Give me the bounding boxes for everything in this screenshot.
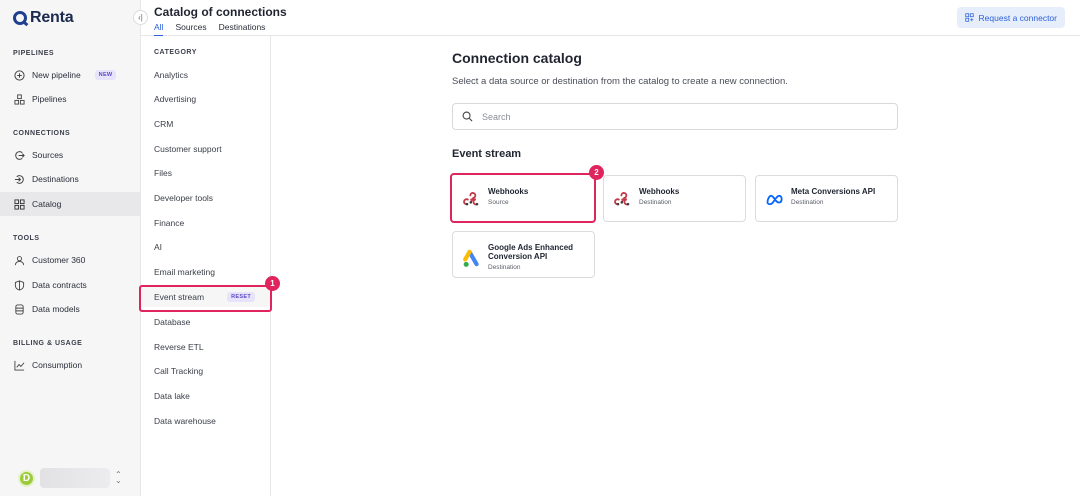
page-title: Catalog of connections [154, 5, 287, 19]
sidebar: Renta PIPELINES New pipeline NEW Pipelin… [0, 0, 141, 496]
destinations-icon [14, 174, 25, 185]
connector-card-meta-conversions-api[interactable]: Meta Conversions API Destination [755, 175, 898, 222]
webhook-icon [463, 192, 479, 206]
sidebar-item-label: Sources [32, 150, 64, 160]
sidebar-item-label: Pipelines [32, 94, 67, 104]
category-heading: CATEGORY [154, 49, 197, 56]
avatar: D [18, 469, 35, 487]
google-ads-icon [463, 249, 479, 267]
section-connections: CONNECTIONS [13, 130, 71, 137]
webhook-icon [614, 192, 630, 206]
grid-icon [14, 198, 25, 210]
annotation-marker-2: 2 [589, 165, 604, 180]
sidebar-item-label: Data models [32, 304, 80, 314]
category-email-marketing[interactable]: Email marketing [141, 262, 270, 282]
category-data-lake[interactable]: Data lake [141, 386, 270, 406]
category-panel: CATEGORY Analytics Advertising CRM Custo… [141, 36, 271, 496]
category-customer-support[interactable]: Customer support [141, 139, 270, 159]
category-reverse-etl[interactable]: Reverse ETL [141, 337, 270, 357]
plus-circle-icon [14, 69, 25, 81]
connector-card-webhooks-source[interactable]: Webhooks Source [450, 173, 596, 223]
database-icon [14, 303, 25, 315]
header: Catalog of connections All Sources Desti… [141, 0, 1080, 37]
search-icon [462, 111, 473, 122]
chevron-updown-icon: ⌃ ⌄ [115, 470, 122, 485]
category-data-warehouse[interactable]: Data warehouse [141, 411, 270, 431]
sidebar-item-label: Consumption [32, 360, 83, 370]
main-title: Connection catalog [452, 50, 582, 66]
sidebar-item-catalog[interactable]: Catalog [0, 192, 140, 216]
category-finance[interactable]: Finance [141, 213, 270, 233]
pipelines-icon [14, 93, 25, 105]
search-box[interactable] [452, 103, 898, 130]
category-files[interactable]: Files [141, 163, 270, 183]
card-type: Destination [791, 199, 824, 206]
sidebar-item-data-contracts[interactable]: Data contracts [0, 273, 140, 297]
category-crm[interactable]: CRM [141, 114, 270, 134]
sidebar-item-consumption[interactable]: Consumption [0, 353, 140, 377]
sidebar-item-label: Catalog [32, 199, 62, 209]
renta-logo-icon [13, 11, 27, 25]
shield-icon [14, 279, 25, 291]
sidebar-item-pipelines[interactable]: Pipelines [0, 87, 140, 111]
request-connector-label: Request a connector [978, 12, 1057, 23]
category-analytics[interactable]: Analytics [141, 65, 270, 85]
section-title: Event stream [452, 148, 522, 160]
meta-icon [766, 194, 783, 206]
request-connector-button[interactable]: Request a connector [956, 7, 1065, 28]
sidebar-item-destinations[interactable]: Destinations [0, 167, 140, 191]
connector-card-google-ads-enhanced-conversion-api[interactable]: Google Ads Enhanced Conversion API Desti… [452, 231, 595, 278]
sidebar-item-sources[interactable]: Sources [0, 143, 140, 167]
new-badge: NEW [94, 70, 117, 80]
sidebar-item-label: Destinations [32, 174, 79, 184]
card-name: Webhooks [639, 187, 680, 196]
category-developer-tools[interactable]: Developer tools [141, 188, 270, 208]
grid-plus-icon [964, 13, 974, 22]
tab-destinations[interactable]: Destinations [219, 22, 266, 37]
user-menu[interactable]: D ⌃ ⌄ [18, 468, 122, 488]
user-name-redacted [40, 468, 110, 488]
sources-icon [14, 150, 25, 161]
category-advertising[interactable]: Advertising [141, 89, 270, 109]
card-name: Webhooks [488, 187, 529, 196]
card-type: Destination [488, 264, 521, 271]
main-subtitle: Select a data source or destination from… [452, 76, 788, 87]
brand-name: Renta [30, 9, 74, 26]
tabs: All Sources Destinations [154, 22, 265, 37]
user-icon [14, 255, 25, 266]
tab-sources[interactable]: Sources [175, 22, 206, 37]
card-name: Meta Conversions API [791, 187, 876, 196]
highlight-event-stream [139, 285, 272, 312]
sidebar-item-new-pipeline[interactable]: New pipeline NEW [0, 63, 140, 87]
connector-card-webhooks-destination[interactable]: Webhooks Destination [603, 175, 746, 222]
sidebar-item-label: Data contracts [32, 280, 87, 290]
collapse-sidebar-button[interactable]: ‹| [133, 10, 148, 25]
section-pipelines: PIPELINES [13, 50, 55, 57]
search-input[interactable] [482, 111, 882, 122]
sidebar-item-label: New pipeline [32, 70, 81, 80]
sidebar-item-customer-360[interactable]: Customer 360 [0, 248, 140, 272]
tab-all[interactable]: All [154, 22, 164, 37]
section-tools: TOOLS [13, 235, 40, 242]
card-name: Google Ads Enhanced Conversion API [488, 243, 574, 261]
brand-logo[interactable]: Renta [13, 9, 74, 27]
chart-icon [14, 360, 25, 371]
card-type: Source [488, 199, 509, 206]
category-ai[interactable]: AI [141, 237, 270, 257]
card-type: Destination [639, 199, 672, 206]
category-call-tracking[interactable]: Call Tracking [141, 361, 270, 381]
sidebar-item-data-models[interactable]: Data models [0, 297, 140, 321]
sidebar-item-label: Customer 360 [32, 255, 86, 265]
annotation-marker-1: 1 [265, 276, 280, 291]
section-billing: BILLING & USAGE [13, 340, 83, 347]
category-database[interactable]: Database [141, 312, 270, 332]
